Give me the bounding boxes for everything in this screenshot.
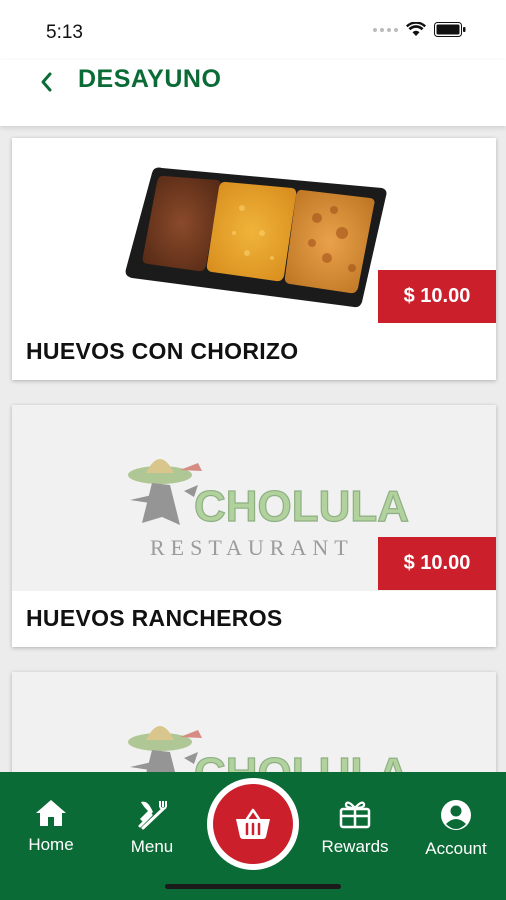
- restaurant-logo: CHOLULA: [128, 726, 410, 772]
- nav-rewards-label: Rewards: [321, 837, 389, 856]
- signal-icon: [373, 27, 398, 32]
- menu-item-card[interactable]: CHOLULA RESTAURANT $ 10.00 HUEVOS RANCHE…: [12, 405, 496, 647]
- bottom-nav: Home Menu Rewards Account: [0, 772, 506, 900]
- account-icon: [441, 800, 471, 830]
- menu-item-card[interactable]: CHOLULA: [12, 672, 496, 772]
- price-tag: $ 10.00: [378, 537, 496, 590]
- nav-menu-label: Menu: [130, 837, 174, 856]
- battery-icon: [434, 22, 466, 37]
- menu-item-list: $ 10.00 HUEVOS CON CHORIZO CHOLULA RESTA…: [0, 126, 506, 772]
- svg-text:CHOLULA: CHOLULA: [194, 482, 409, 531]
- menu-item-card[interactable]: $ 10.00 HUEVOS CON CHORIZO: [12, 138, 496, 380]
- nav-rewards[interactable]: Rewards: [309, 798, 401, 857]
- status-time: 5:13: [46, 22, 83, 43]
- menu-item-name: HUEVOS RANCHEROS: [26, 605, 283, 631]
- svg-text:RESTAURANT: RESTAURANT: [150, 535, 354, 560]
- price-tag: $ 10.00: [378, 270, 496, 323]
- nav-home-label: Home: [28, 835, 74, 854]
- nav-menu[interactable]: Menu: [106, 798, 198, 857]
- status-bar: 5:13: [0, 0, 506, 60]
- home-indicator: [165, 884, 341, 889]
- cart-button-inner: [213, 784, 293, 864]
- wifi-icon: [406, 22, 426, 36]
- page-title: DESAYUNO: [78, 65, 222, 93]
- header: DESAYUNO: [0, 60, 506, 126]
- chevron-left-icon: [41, 72, 52, 92]
- status-icons: [373, 22, 466, 37]
- nav-home[interactable]: Home: [5, 798, 97, 855]
- home-icon: [36, 800, 66, 826]
- utensils-icon: [138, 801, 167, 830]
- menu-item-name: HUEVOS CON CHORIZO: [26, 338, 299, 364]
- cart-button[interactable]: [207, 778, 299, 870]
- gift-icon: [339, 801, 371, 829]
- svg-text:CHOLULA: CHOLULA: [194, 749, 409, 772]
- back-button[interactable]: [30, 66, 62, 98]
- placeholder-image: CHOLULA: [12, 672, 496, 772]
- nav-account-label: Account: [425, 839, 487, 858]
- basket-icon: [236, 808, 270, 839]
- nav-account[interactable]: Account: [410, 798, 502, 859]
